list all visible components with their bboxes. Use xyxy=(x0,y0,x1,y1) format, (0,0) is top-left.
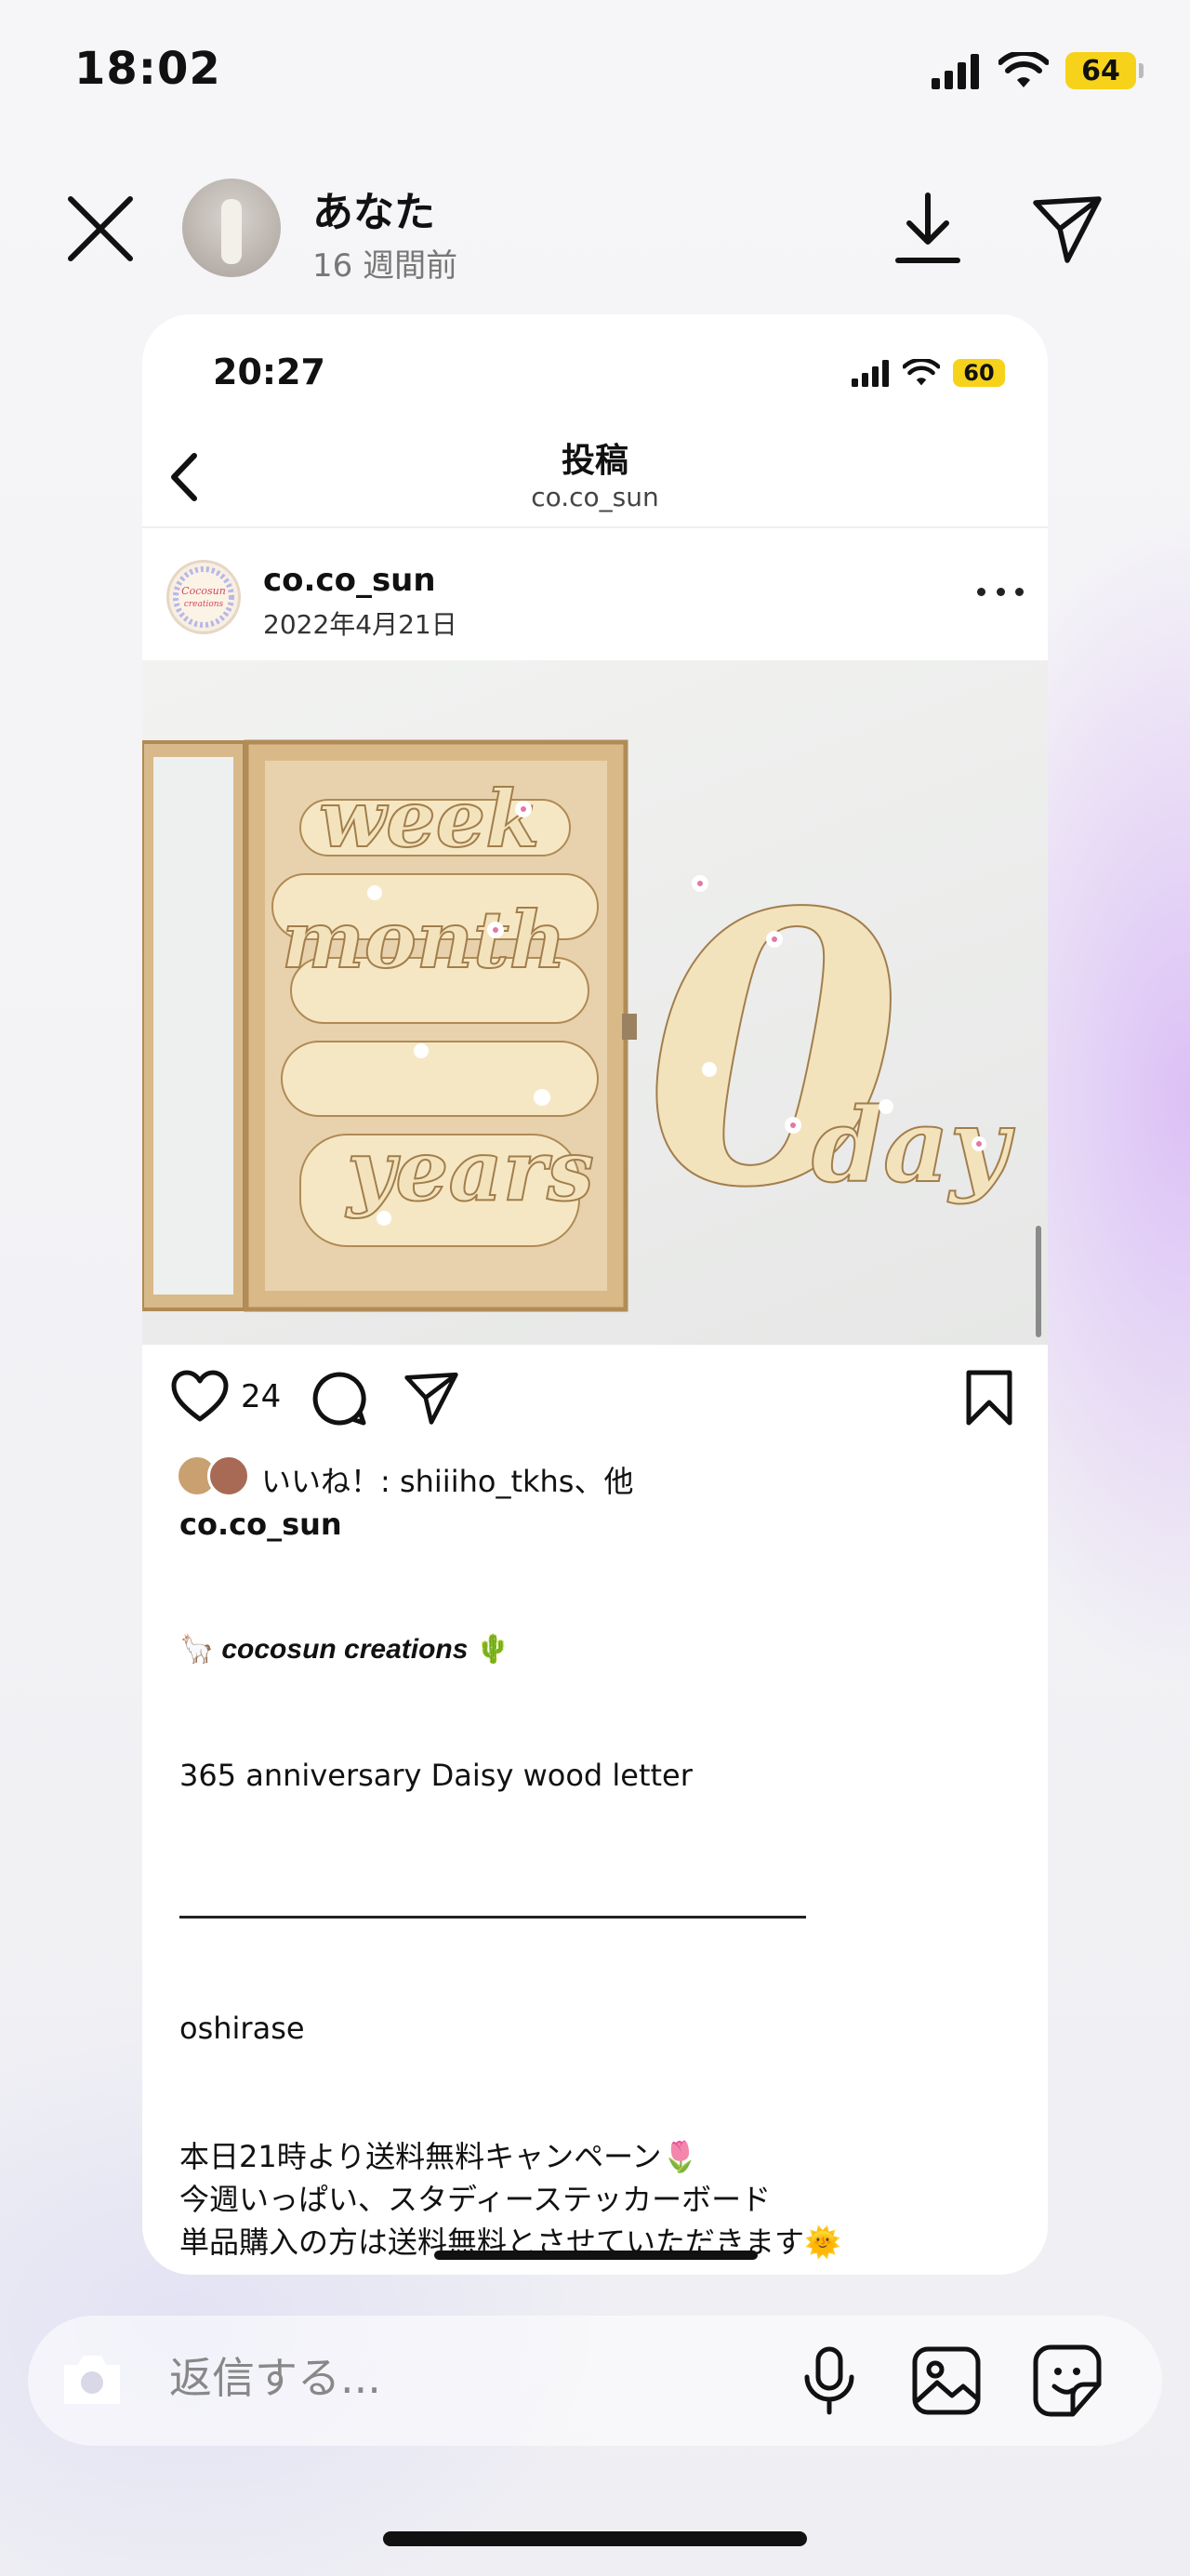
brand-logo-icon: Cocosun creations xyxy=(173,566,234,628)
more-options-icon[interactable] xyxy=(977,580,1024,603)
download-icon[interactable] xyxy=(892,192,963,266)
story-user-name[interactable]: あなた xyxy=(312,179,435,238)
send-icon[interactable] xyxy=(1030,192,1104,266)
gallery-icon[interactable] xyxy=(911,2345,982,2416)
liked-by-text[interactable]: いいね！: shiiiho_tkhs、他 xyxy=(261,1458,633,1501)
photo-word: month xyxy=(282,894,566,986)
caption-line: 今週いっぱい、スタディーステッカーボード xyxy=(179,2182,772,2217)
wifi-icon xyxy=(998,52,1049,87)
divider xyxy=(142,526,1048,528)
photo-word: week xyxy=(319,773,539,865)
close-icon[interactable] xyxy=(65,193,136,264)
caption-username[interactable]: co.co_sun xyxy=(179,1507,342,1542)
page-title: 投稿 xyxy=(561,442,628,480)
scrollbar[interactable] xyxy=(1036,1226,1041,1337)
svg-text:Cocosun: Cocosun xyxy=(181,585,226,597)
heart-icon[interactable] xyxy=(170,1369,230,1425)
liker-avatars[interactable] xyxy=(176,1454,254,1497)
brand-name: cocosun creations xyxy=(221,1633,469,1665)
post-photo[interactable]: week month years 0 day xyxy=(142,660,1048,1345)
inner-home-indicator xyxy=(434,2251,758,2260)
post-date: 2022年4月21日 xyxy=(263,609,457,640)
wifi-icon xyxy=(903,359,940,386)
status-time: 18:02 xyxy=(74,43,221,95)
page-subtitle: co.co_sun xyxy=(531,482,659,512)
inner-status-time: 20:27 xyxy=(213,352,325,392)
avatar[interactable] xyxy=(182,179,281,277)
camera-icon[interactable] xyxy=(61,2351,123,2407)
reply-input[interactable] xyxy=(169,2347,764,2409)
cactus-emoji: 🌵 xyxy=(475,1633,510,1666)
signal-icon xyxy=(852,360,889,387)
caption-divider xyxy=(179,1916,806,1919)
post-author-avatar[interactable]: Cocosun creations xyxy=(166,560,241,634)
story-posted-ago: 16 週間前 xyxy=(312,247,458,285)
signal-icon xyxy=(932,54,979,89)
photo-word: years xyxy=(345,1122,594,1220)
shared-post-card[interactable]: 20:27 60 投稿 co.co_sun Cocosun creations … xyxy=(142,314,1048,2275)
battery-indicator: 60 xyxy=(953,359,1005,387)
comment-icon[interactable] xyxy=(311,1371,367,1427)
caption-line: oshirase xyxy=(179,2011,305,2046)
caption-brand-line: 🦙 cocosun creations 🌵 xyxy=(179,1633,510,1666)
share-icon[interactable] xyxy=(403,1369,460,1427)
svg-text:creations: creations xyxy=(184,600,224,609)
caption-line: 本日21時より送料無料キャンペーン🌷 xyxy=(179,2139,699,2174)
llama-emoji: 🦙 xyxy=(179,1633,215,1666)
sticker-icon[interactable] xyxy=(1032,2344,1103,2418)
status-icons: 64 xyxy=(930,52,1144,89)
home-indicator xyxy=(383,2531,807,2546)
wood-letters-illustration: week month years 0 day xyxy=(142,739,1016,1312)
caption-line: 365 anniversary Daisy wood letter xyxy=(179,1758,693,1793)
like-count: 24 xyxy=(241,1378,282,1415)
inner-status-icons: 60 xyxy=(851,359,1005,387)
microphone-icon[interactable] xyxy=(801,2345,857,2416)
battery-indicator: 64 xyxy=(1065,52,1144,89)
post-author-name[interactable]: co.co_sun xyxy=(263,562,436,599)
bookmark-icon[interactable] xyxy=(964,1369,1014,1427)
